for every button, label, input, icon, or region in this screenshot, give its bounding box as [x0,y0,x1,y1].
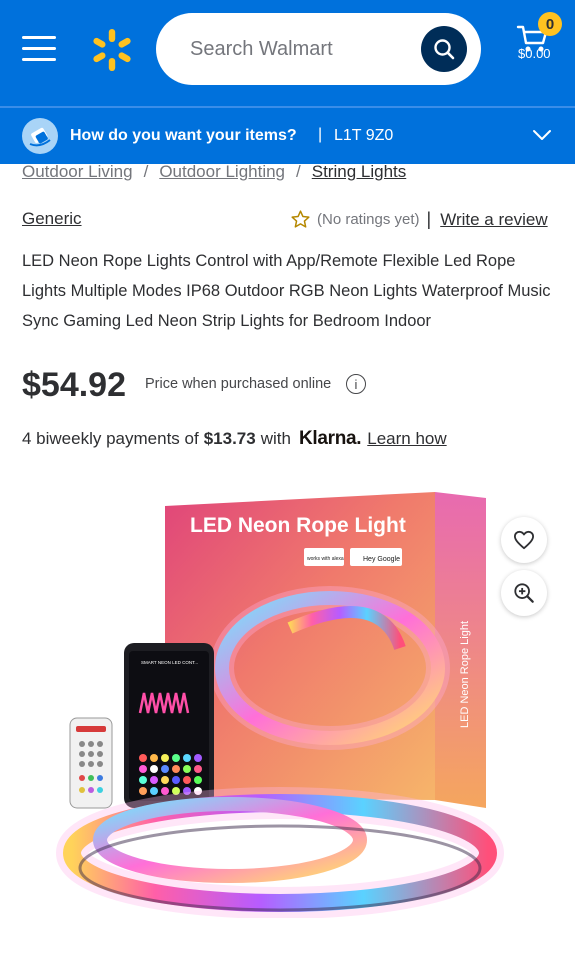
box-side-label: LED Neon Rope Light [459,621,471,728]
product-image[interactable]: LED Neon Rope Light LED Neon Rope Light … [40,488,520,918]
alexa-badge-text: works with alexa [307,556,344,562]
breadcrumb: Outdoor Living / Outdoor Lighting / String L… [22,162,406,182]
zoom-in-icon [514,583,534,603]
walmart-spark-icon[interactable] [88,26,136,74]
breadcrumb-outdoor-lighting[interactable]: Outdoor Lighting [159,162,285,181]
heart-icon [514,530,534,550]
breadcrumb-outdoor-living[interactable]: Outdoor Living [22,162,133,181]
rating-row: (No ratings yet) | Write a review [290,209,548,230]
klarna-learn-how-link[interactable]: Learn how [367,429,446,449]
zoom-button[interactable] [501,570,547,616]
box-title: LED Neon Rope Light [190,514,406,537]
product-price: $54.92 [22,366,126,404]
breadcrumb-separator: / [296,162,301,181]
search-input[interactable] [190,37,410,61]
delivery-question: How do you want your items? [70,127,297,144]
rating-text: (No ratings yet) [317,211,420,228]
klarna-with: with [260,429,291,448]
favorite-button[interactable] [501,517,547,563]
write-review-link[interactable]: Write a review [440,210,547,230]
menu-button[interactable] [22,36,56,62]
info-icon[interactable]: i [346,374,366,394]
google-badge-text: Hey Google [363,556,400,563]
breadcrumb-separator: / [143,162,149,181]
cart-count-badge: 0 [538,12,562,36]
search-button[interactable] [421,26,467,72]
klarna-logo: Klarna. [298,428,362,449]
delivery-separator: | [318,126,323,143]
breadcrumb-string-lights[interactable]: String Lights [312,162,407,181]
klarna-payments-row: 4 biweekly payments of $13.73 with Klarn… [22,428,447,450]
cart-total: $0.00 [518,46,551,61]
klarna-prefix: 4 biweekly payments of [22,429,199,448]
delivery-options-icon [22,118,58,154]
klarna-amount: $13.73 [203,429,256,448]
price-note: Price when purchased online [145,376,332,392]
cart-button[interactable]: 0 [512,12,562,72]
delivery-options-bar[interactable]: How do you want your items? | L1T 9Z0 [0,108,575,164]
hamburger-icon [22,36,56,61]
brand-link[interactable]: Generic [22,209,82,229]
search-bar [156,13,481,85]
delivery-postal-code: L1T 9Z0 [334,127,394,144]
top-header: 0 $0.00 [0,0,575,106]
chevron-down-icon [533,130,551,140]
product-title: LED Neon Rope Lights Control with App/Re… [22,252,551,330]
rating-separator: | [426,209,432,229]
star-outline-icon [291,210,310,228]
phone-app-title: SMART NEON LED CONT... [141,660,198,665]
search-icon [434,39,455,60]
